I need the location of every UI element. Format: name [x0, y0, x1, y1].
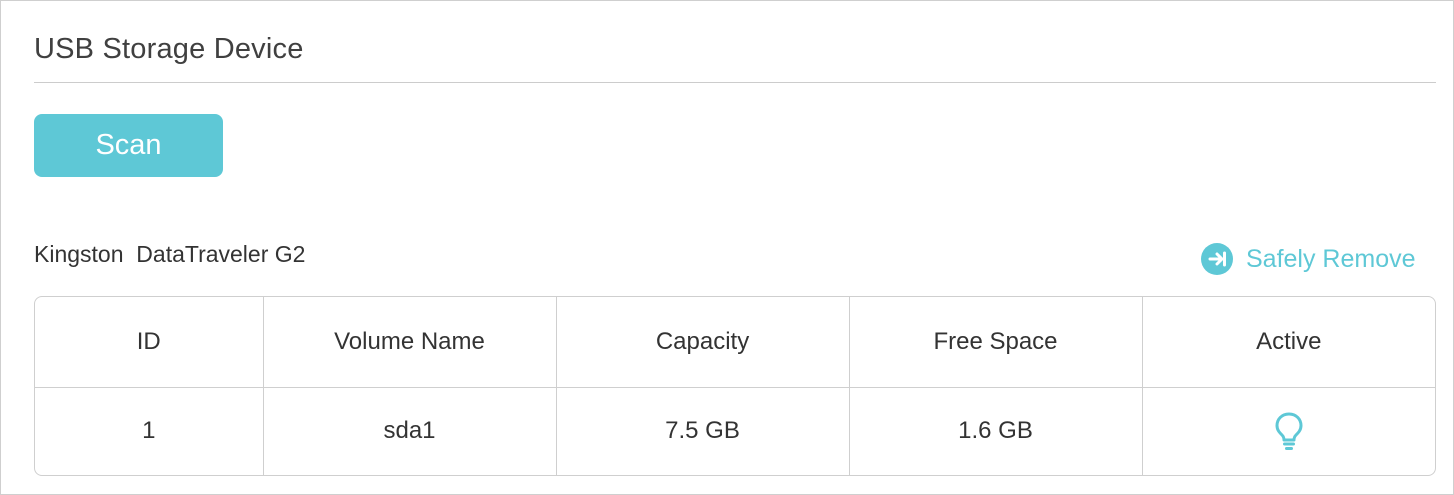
cell-id: 1: [142, 417, 156, 445]
table-row: 1 sda1 7.5 GB 1.6 GB: [35, 387, 1435, 475]
arrow-right-circle-icon: [1200, 242, 1234, 276]
cell-free-space: 1.6 GB: [848, 387, 1142, 475]
usb-storage-panel: USB Storage Device Scan Kingston DataTra…: [0, 0, 1454, 495]
safely-remove-label: Safely Remove: [1246, 244, 1416, 273]
cell-active[interactable]: [1141, 387, 1435, 475]
panel-title: USB Storage Device: [34, 33, 304, 65]
cell-capacity: 7.5 GB: [555, 387, 849, 475]
header-active: Active: [1141, 297, 1435, 388]
table-header-row: ID Volume Name Capacity Free Space Activ…: [35, 297, 1435, 388]
title-divider: [34, 82, 1436, 83]
header-id: ID: [35, 297, 263, 388]
header-capacity: Capacity: [555, 297, 849, 388]
header-free-space: Free Space: [848, 297, 1142, 388]
cell-volume-name: sda1: [262, 387, 556, 475]
scan-button[interactable]: Scan: [34, 114, 223, 177]
header-volume-name: Volume Name: [262, 297, 556, 388]
safely-remove-link[interactable]: Safely Remove: [1200, 241, 1416, 277]
volume-table: ID Volume Name Capacity Free Space Activ…: [34, 296, 1436, 476]
device-name: Kingston DataTraveler G2: [34, 241, 306, 267]
lightbulb-icon[interactable]: [1274, 411, 1304, 451]
